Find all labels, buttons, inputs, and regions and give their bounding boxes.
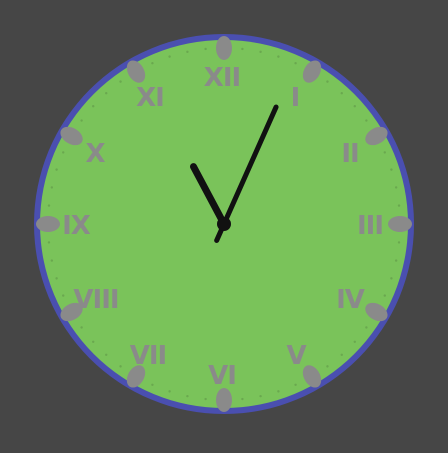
minute-tick: [394, 186, 398, 189]
minute-tick: [119, 365, 122, 368]
numeral-vi: VI: [208, 361, 236, 391]
minute-tick: [277, 390, 280, 393]
minute-tick: [259, 394, 262, 398]
minute-tick: [47, 204, 51, 207]
minute-tick: [340, 353, 343, 356]
minute-tick: [80, 119, 83, 122]
numeral-x: X: [85, 139, 105, 169]
minute-tick: [365, 326, 368, 329]
minute-tick: [80, 326, 83, 329]
numeral-i: I: [291, 83, 300, 113]
numeral-ii: II: [341, 139, 358, 169]
minute-tick: [50, 186, 54, 189]
minute-tick: [397, 204, 401, 207]
numeral-iii: III: [357, 211, 383, 241]
numeral-vii: VII: [130, 341, 166, 371]
numeral-v: V: [286, 341, 306, 371]
minute-tick: [241, 47, 244, 51]
minute-tick: [168, 55, 171, 58]
hour-marker: [216, 36, 232, 60]
numeral-ix: IX: [62, 211, 91, 241]
hour-marker: [36, 216, 60, 232]
minute-tick: [353, 105, 356, 108]
hour-marker: [388, 216, 412, 232]
minute-tick: [394, 259, 398, 262]
clock-svg: XII I II III IV V VI VII VIII IX X XI: [34, 34, 414, 414]
minute-tick: [119, 80, 122, 83]
center-pin: [217, 217, 231, 231]
numeral-xi: XI: [136, 83, 164, 113]
minute-tick: [105, 353, 108, 356]
minute-tick: [294, 62, 297, 65]
minute-tick: [390, 168, 393, 171]
minute-tick: [204, 47, 207, 51]
minute-tick: [92, 340, 95, 343]
minute-tick: [62, 294, 65, 297]
minute-tick: [259, 50, 262, 54]
numeral-viii: VIII: [73, 285, 118, 315]
minute-tick: [340, 92, 343, 95]
minute-tick: [151, 62, 154, 65]
clock-widget: XII I II III IV V VI VII VIII IX X XI: [0, 0, 448, 448]
minute-tick: [277, 55, 280, 58]
minute-tick: [50, 259, 54, 262]
minute-tick: [62, 151, 65, 154]
minute-tick: [204, 397, 207, 401]
minute-tick: [383, 294, 386, 297]
minute-tick: [397, 241, 401, 244]
minute-tick: [55, 277, 58, 280]
numeral-xii: XII: [204, 63, 240, 93]
hour-marker: [216, 388, 232, 412]
minute-tick: [92, 105, 95, 108]
minute-tick: [390, 277, 393, 280]
minute-tick: [365, 119, 368, 122]
minute-tick: [241, 397, 244, 401]
minute-tick: [383, 151, 386, 154]
minute-tick: [47, 241, 51, 244]
minute-tick: [294, 383, 297, 386]
minute-tick: [55, 168, 58, 171]
minute-tick: [168, 390, 171, 393]
minute-tick: [186, 50, 189, 54]
minute-tick: [326, 80, 329, 83]
minute-tick: [186, 394, 189, 398]
minute-tick: [326, 365, 329, 368]
minute-tick: [151, 383, 154, 386]
minute-tick: [105, 92, 108, 95]
numeral-iv: IV: [336, 285, 365, 315]
minute-tick: [353, 340, 356, 343]
